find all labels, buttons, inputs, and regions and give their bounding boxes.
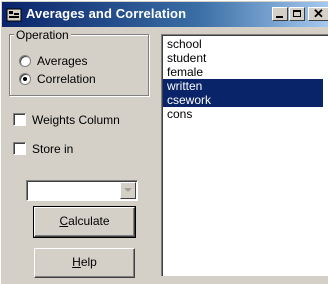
maximize-icon xyxy=(293,10,301,17)
minimize-button[interactable] xyxy=(272,7,288,21)
dialog-window: Averages and Correlation ✕ Operation Ave… xyxy=(0,0,328,284)
close-icon: ✕ xyxy=(313,6,324,21)
title-bar[interactable]: Averages and Correlation ✕ xyxy=(2,2,328,27)
chevron-down-icon xyxy=(124,188,132,192)
minimize-icon xyxy=(276,16,283,18)
help-label: elp xyxy=(80,255,97,269)
weights-column-checkbox[interactable]: Weights Column xyxy=(13,113,120,127)
help-button[interactable]: Help xyxy=(34,248,135,278)
weights-column-label: Weights Column xyxy=(32,113,120,127)
variable-list[interactable]: school student female written csework co… xyxy=(161,34,328,276)
variable-item-school[interactable]: school xyxy=(163,37,323,51)
radio-correlation-label: Correlation xyxy=(37,72,96,86)
maximize-button[interactable] xyxy=(289,7,305,21)
calculate-label: alculate xyxy=(68,214,110,228)
help-mnemonic: H xyxy=(72,255,81,269)
combo-dropdown-button[interactable] xyxy=(120,182,136,199)
calculate-button[interactable]: Calculate xyxy=(33,206,136,238)
radio-correlation[interactable]: Correlation xyxy=(19,72,96,86)
radio-averages-circle[interactable] xyxy=(19,55,31,67)
variable-item-cons[interactable]: cons xyxy=(163,107,323,121)
store-in-label: Store in xyxy=(32,142,74,156)
weights-column-box[interactable] xyxy=(13,113,26,126)
variable-item-written[interactable]: written xyxy=(163,79,323,93)
radio-averages[interactable]: Averages xyxy=(19,54,87,68)
calculate-mnemonic: C xyxy=(59,214,69,228)
store-in-box[interactable] xyxy=(13,142,26,155)
variable-item-student[interactable]: student xyxy=(163,51,323,65)
window-title: Averages and Correlation xyxy=(26,6,187,21)
stata-app-icon xyxy=(6,8,22,22)
variable-item-csework[interactable]: csework xyxy=(163,93,323,107)
operation-group-label: Operation xyxy=(14,28,71,42)
store-in-checkbox[interactable]: Store in xyxy=(13,142,73,156)
store-in-combo[interactable] xyxy=(26,180,138,201)
radio-correlation-circle[interactable] xyxy=(19,73,31,85)
variable-item-female[interactable]: female xyxy=(163,65,323,79)
close-button[interactable]: ✕ xyxy=(308,7,328,21)
radio-averages-label: Averages xyxy=(37,54,88,68)
